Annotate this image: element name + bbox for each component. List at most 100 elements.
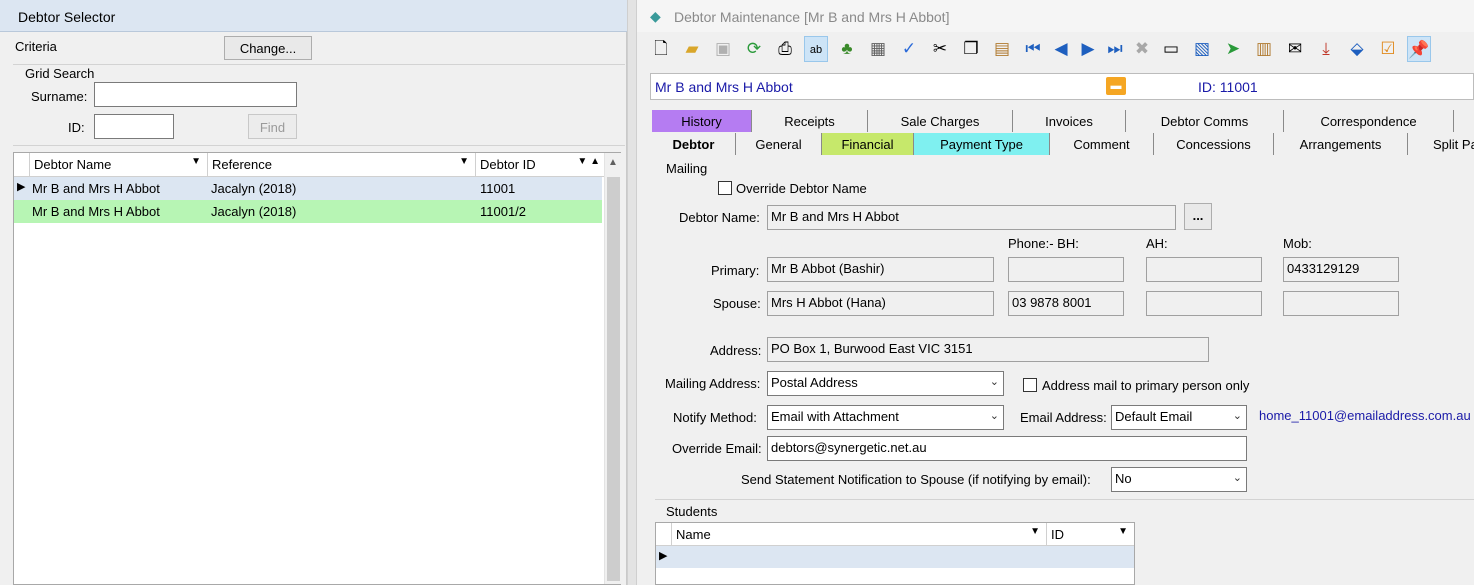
pin-icon[interactable]: 📌 [1407,36,1431,62]
debtor-grid: Debtor Name ▼ Reference ▼ Debtor ID ▼ ▲ … [13,152,621,585]
new-icon[interactable]: 🗋 [649,36,673,62]
primary-bh-field[interactable] [1008,257,1124,282]
calculator-icon[interactable]: ▦ [866,36,890,62]
table-row[interactable]: Mr B and Mrs H Abbot Jacalyn (2018) 1100… [14,200,602,223]
email-address-select[interactable]: Default Email ⌄ [1111,405,1247,430]
change-criteria-button[interactable]: Change... [224,36,312,60]
tab-general[interactable]: General [736,133,822,155]
tab-sale-charges[interactable]: Sale Charges [868,110,1013,132]
tab-row-lower: Debtor General Financial Payment Type Co… [650,133,1474,155]
students-section-label: Students [666,504,718,519]
pane-splitter[interactable] [627,0,637,585]
id-input[interactable] [94,114,174,139]
id-label: ID: [68,120,85,135]
spouse-mob-field[interactable] [1283,291,1399,316]
column-header-label: Debtor ID [480,157,536,172]
paste-icon[interactable]: ▤ [990,36,1014,62]
card-icon[interactable]: ▭ [1159,36,1183,62]
sort-dropdown-icon[interactable]: ▼ ▲ [577,156,600,167]
open-icon[interactable]: ▰ [680,36,704,62]
tab-payment-type[interactable]: Payment Type [914,133,1050,155]
surname-label: Surname: [31,89,88,104]
spouse-name-field[interactable]: Mrs H Abbot (Hana) [767,291,994,316]
primary-mob-field[interactable]: 0433129129 [1283,257,1399,282]
primary-name-field[interactable]: Mr B Abbot (Bashir) [767,257,994,282]
refresh-icon[interactable]: ⟳ [742,36,766,62]
table-row[interactable]: ▶ [656,546,1134,568]
tab-invoices[interactable]: Invoices [1013,110,1126,132]
toolbar: 🗋 ▰ ▣ ⟳ ⎙ ab ♣ ▦ ✓ ✂ ❐ ▤ ⏮ ◀ ▶ ⏭ ✖ ▭ ▧ ➤… [649,34,1469,66]
last-record-icon[interactable]: ⏭ [1103,36,1127,62]
spouse-bh-field[interactable]: 03 9878 8001 [1008,291,1124,316]
address-field[interactable]: PO Box 1, Burwood East VIC 3151 [767,337,1209,362]
send-statement-select[interactable]: No ⌄ [1111,467,1247,492]
column-header-student-name[interactable]: Name ▼ [671,523,1046,547]
cell-reference: Jacalyn (2018) [211,204,297,219]
address-primary-only-checkbox[interactable] [1023,378,1037,392]
spellcheck-icon[interactable]: ✓ [897,36,921,62]
cell-debtor-name: Mr B and Mrs H Abbot [32,204,160,219]
delete-icon[interactable]: ✖ [1130,36,1154,62]
column-header-debtor-name[interactable]: Debtor Name ▼ [29,153,207,177]
row-selector-icon: ▶ [17,181,26,193]
sort-dropdown-icon[interactable]: ▼ [1118,526,1128,537]
tab-debtor[interactable]: Debtor [652,133,736,155]
surname-input[interactable] [94,82,297,107]
sort-dropdown-icon[interactable]: ▼ [191,156,201,167]
sort-dropdown-icon[interactable]: ▼ [459,156,469,167]
debtor-name-field[interactable]: Mr B and Mrs H Abbot [767,205,1176,230]
find-button[interactable]: Find [248,114,297,139]
copy-icon[interactable]: ❐ [959,36,983,62]
cell-debtor-id: 11001/2 [480,204,527,219]
first-record-icon[interactable]: ⏮ [1021,36,1045,62]
export-icon[interactable]: ▧ [1190,36,1214,62]
download-icon[interactable]: ⤓ [1314,36,1338,62]
column-header-debtor-id[interactable]: Debtor ID ▼ ▲ [475,153,604,177]
column-header-label: Debtor Name [34,157,112,172]
send-icon[interactable]: ➤ [1221,36,1245,62]
debtor-grid-header: Debtor Name ▼ Reference ▼ Debtor ID ▼ ▲ [14,153,604,177]
tree-icon[interactable]: ♣ [835,36,859,62]
mailing-address-select[interactable]: Postal Address ⌄ [767,371,1004,396]
table-row[interactable]: ▶ Mr B and Mrs H Abbot Jacalyn (2018) 11… [14,177,602,200]
primary-ah-field[interactable] [1146,257,1262,282]
next-record-icon[interactable]: ▶ [1076,36,1100,62]
tab-correspondence[interactable]: Correspondence [1284,110,1454,132]
scrollbar-thumb[interactable] [607,177,620,581]
tab-comment[interactable]: Comment [1050,133,1154,155]
sort-dropdown-icon[interactable]: ▼ [1030,526,1040,537]
notify-method-select[interactable]: Email with Attachment ⌄ [767,405,1004,430]
tab-receipts[interactable]: Receipts [752,110,868,132]
tab-concessions[interactable]: Concessions [1154,133,1274,155]
tab-arrangements[interactable]: Arrangements [1274,133,1408,155]
email-link[interactable]: home_11001@emailaddress.com.au [1259,408,1474,423]
override-email-label: Override Email: [672,441,762,456]
override-debtor-name-checkbox[interactable] [718,181,732,195]
tag-icon[interactable]: ⬙ [1345,36,1369,62]
window-title-text: Debtor Maintenance [Mr B and Mrs H Abbot… [674,9,950,25]
override-email-field[interactable]: debtors@synergetic.net.au [767,436,1247,461]
primary-label: Primary: [711,263,760,278]
mail-icon[interactable]: ✉ [1283,36,1307,62]
cut-icon[interactable]: ✂ [928,36,952,62]
previous-record-icon[interactable]: ◀ [1049,36,1073,62]
spouse-ah-field[interactable] [1146,291,1262,316]
text-field-icon[interactable]: ab [804,36,828,62]
column-header-reference[interactable]: Reference ▼ [207,153,475,177]
column-header-student-id[interactable]: ID ▼ [1046,523,1134,547]
tab-financial[interactable]: Financial [822,133,914,155]
clipboard-icon[interactable]: ▥ [1252,36,1276,62]
grid-vertical-scrollbar[interactable]: ▲ [604,153,621,584]
notify-method-value: Email with Attachment [771,409,899,424]
comment-icon[interactable]: ▬ [1106,77,1126,95]
tab-split-payment[interactable]: Split Pa [1408,133,1474,155]
send-statement-value: No [1115,471,1132,486]
tab-debtor-comms[interactable]: Debtor Comms [1126,110,1284,132]
debtor-name-lookup-button[interactable]: ... [1184,203,1212,230]
tab-history[interactable]: History [652,110,752,132]
save-icon[interactable]: ▣ [711,36,735,62]
debtor-selector-title: Debtor Selector [0,0,627,32]
checklist-icon[interactable]: ☑ [1376,36,1400,62]
scroll-up-icon[interactable]: ▲ [608,157,618,168]
print-icon[interactable]: ⎙ [773,36,797,62]
